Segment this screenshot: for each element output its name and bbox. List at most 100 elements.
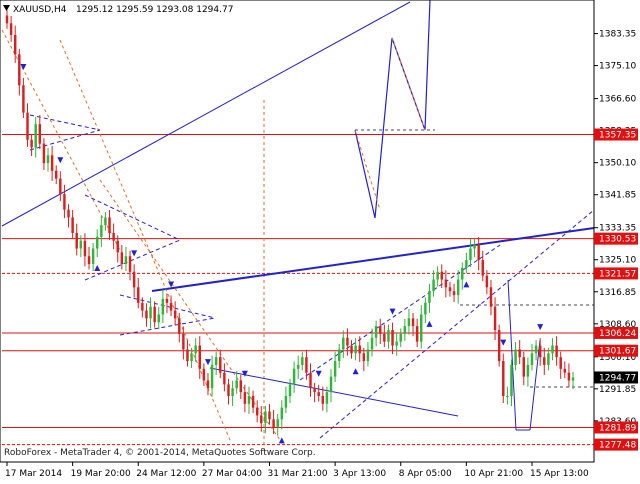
candle-body	[137, 287, 140, 303]
channel-dashed	[319, 209, 595, 439]
candle-body	[502, 361, 505, 396]
candle-body	[108, 217, 111, 233]
price-chart[interactable]: 1383.351375.101366.601358.351350.101341.…	[0, 0, 640, 480]
fractal-arrow-icon	[131, 250, 138, 257]
candle-body	[83, 240, 87, 257]
candle-body	[395, 341, 398, 346]
y-tick-label: 1350.10	[599, 159, 636, 169]
candle-body	[288, 384, 292, 396]
candle-body	[440, 271, 443, 280]
x-tick-label: 24 Mar 12:00	[136, 469, 196, 479]
x-tick-label: 17 Mar 2014	[5, 469, 62, 479]
candle-body	[321, 396, 325, 404]
candle-body	[514, 349, 517, 365]
candle-body	[18, 54, 21, 86]
analysis-overlay	[1, 0, 595, 450]
candle-body	[26, 112, 29, 140]
candle-body	[34, 124, 37, 148]
candle-body	[362, 353, 366, 362]
candle-body	[465, 260, 468, 268]
candle-body	[530, 353, 534, 365]
candle-body	[247, 396, 251, 404]
candle-body	[169, 302, 173, 311]
candle-body	[313, 388, 316, 393]
candle-body	[194, 345, 197, 354]
candle-body	[100, 225, 103, 237]
y-tick-label: 1325.10	[599, 256, 636, 266]
candle-body	[415, 326, 419, 342]
candle-body	[235, 380, 238, 389]
chart-header: XAUUSD,H4 1295.12 1295.59 1293.08 1294.7…	[3, 5, 233, 15]
candle-body	[374, 326, 378, 338]
candle-body	[497, 330, 501, 362]
candle-body	[309, 372, 312, 389]
triangle-guide	[119, 317, 216, 336]
candle-body	[50, 155, 54, 171]
candle-body	[141, 302, 144, 311]
level-price-label: 1306.24	[599, 329, 636, 339]
candles	[5, 10, 575, 444]
fractal-arrow-icon	[463, 281, 470, 288]
current-price-label: 1294.77	[599, 373, 636, 383]
level-price-label: 1321.57	[599, 269, 636, 279]
candle-body	[153, 306, 156, 323]
candle-body	[456, 279, 460, 296]
candle-body	[75, 232, 78, 249]
candle-body	[214, 357, 218, 365]
candle-body	[346, 337, 349, 346]
axes	[0, 0, 595, 463]
candle-body	[547, 353, 550, 365]
triangle-guide	[84, 194, 181, 241]
ohlc-readout: 1295.12 1295.59 1293.08 1294.77	[76, 5, 233, 15]
candle-body	[161, 298, 165, 315]
candle-body	[337, 349, 341, 362]
fractal-arrow-icon	[57, 157, 64, 164]
candle-body	[317, 392, 320, 396]
candle-body	[403, 326, 407, 334]
candle-body	[120, 252, 124, 264]
candle-body	[342, 337, 345, 350]
candle-body	[522, 357, 526, 377]
y-tick-label: 1291.85	[599, 385, 636, 395]
fractal-arrow-icon	[537, 324, 544, 331]
fractal-arrow-icon	[94, 265, 101, 272]
candle-body	[379, 326, 382, 334]
candle-body	[563, 368, 567, 373]
candle-body	[280, 407, 284, 420]
candle-body	[489, 287, 493, 307]
candle-body	[260, 415, 263, 424]
candle-body	[284, 396, 288, 408]
candle-body	[366, 349, 370, 362]
candle-body	[493, 306, 497, 330]
candle-body	[128, 256, 132, 272]
candle-body	[67, 209, 70, 218]
y-tick-label: 1383.35	[599, 30, 636, 40]
candle-body	[444, 279, 448, 288]
candle-body	[116, 240, 119, 253]
candle-body	[132, 271, 136, 288]
candle-body	[301, 357, 304, 365]
candle-body	[461, 267, 464, 280]
level-price-label: 1277.48	[599, 441, 636, 451]
triangle-guide	[84, 239, 181, 281]
level-price-label: 1301.67	[599, 347, 636, 357]
fractal-arrow-icon	[20, 64, 27, 71]
candle-body	[190, 353, 193, 362]
candle-body	[42, 143, 46, 164]
y-tick-label: 1316.85	[599, 288, 636, 298]
y-tick-label: 1341.85	[599, 191, 636, 201]
candle-body	[231, 388, 234, 396]
candle-body	[227, 384, 230, 396]
candle-body	[276, 419, 279, 428]
candle-body	[173, 310, 177, 319]
candle-body	[54, 170, 58, 179]
x-tick-label: 8 Apr 05:00	[399, 469, 452, 479]
y-axis: 1383.351375.101366.601358.351350.101341.…	[594, 30, 636, 427]
candle-body	[5, 15, 9, 24]
candle-body	[223, 372, 226, 385]
candle-body	[567, 372, 571, 381]
candle-body	[543, 357, 546, 365]
candle-body	[477, 244, 480, 261]
candle-body	[239, 380, 243, 393]
candle-body	[526, 364, 530, 377]
